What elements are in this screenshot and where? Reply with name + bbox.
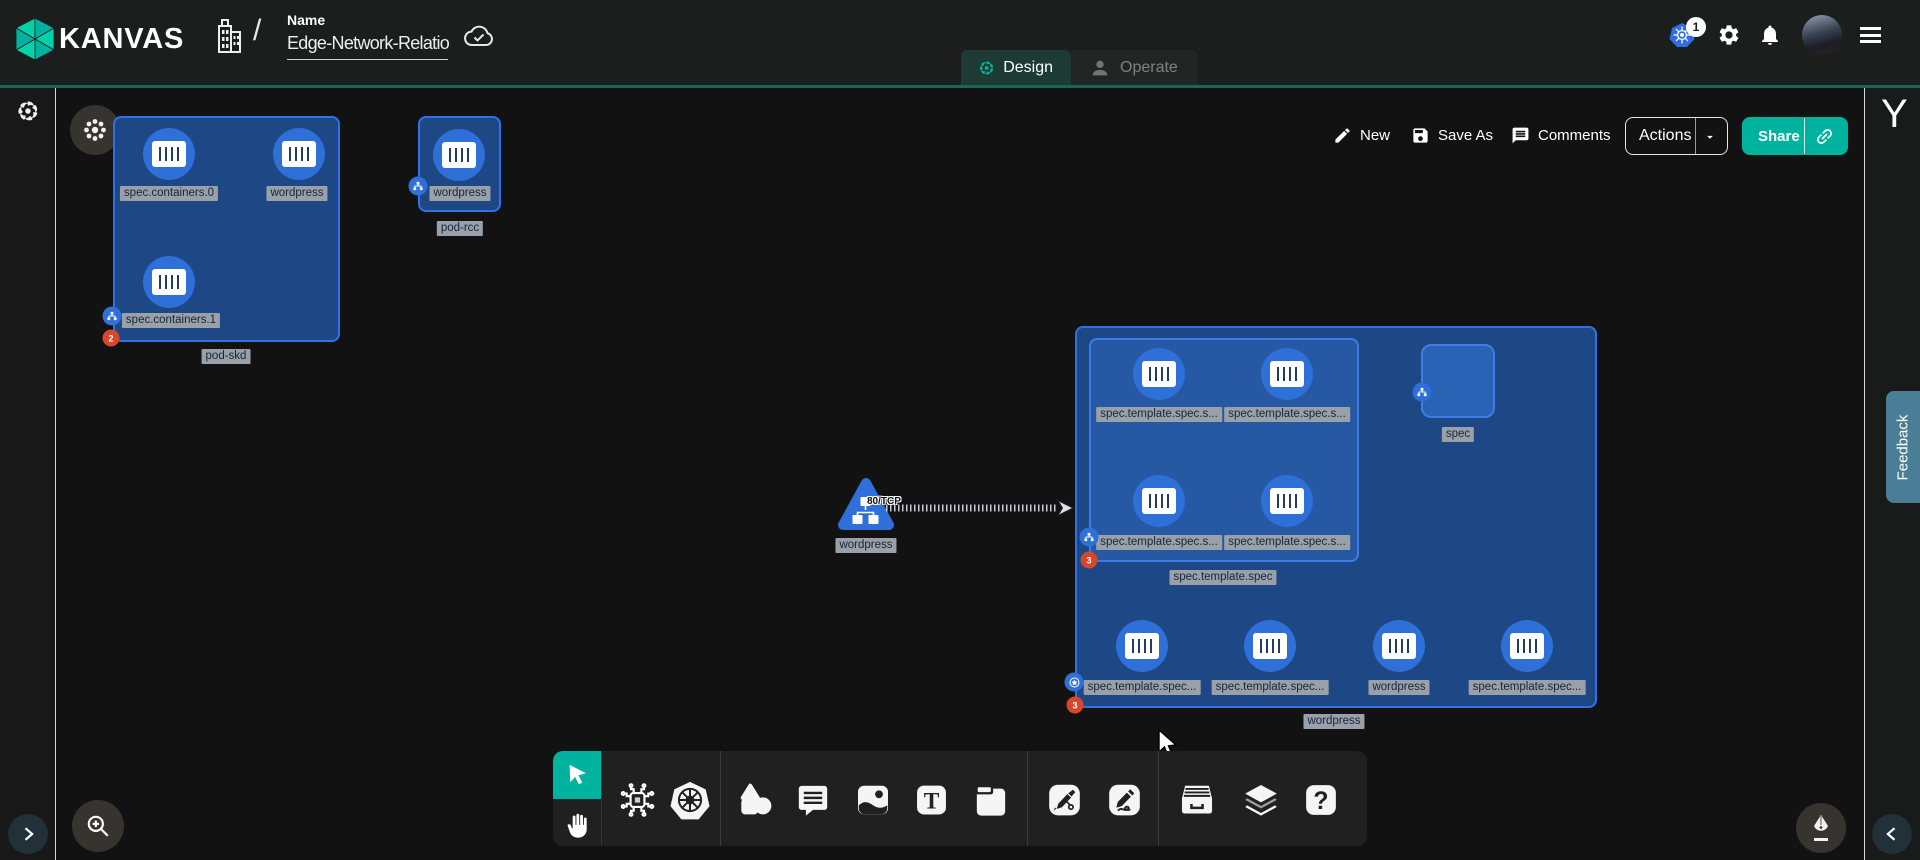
svg-text:T: T [924,788,940,814]
svg-text:?: ? [1313,788,1328,815]
